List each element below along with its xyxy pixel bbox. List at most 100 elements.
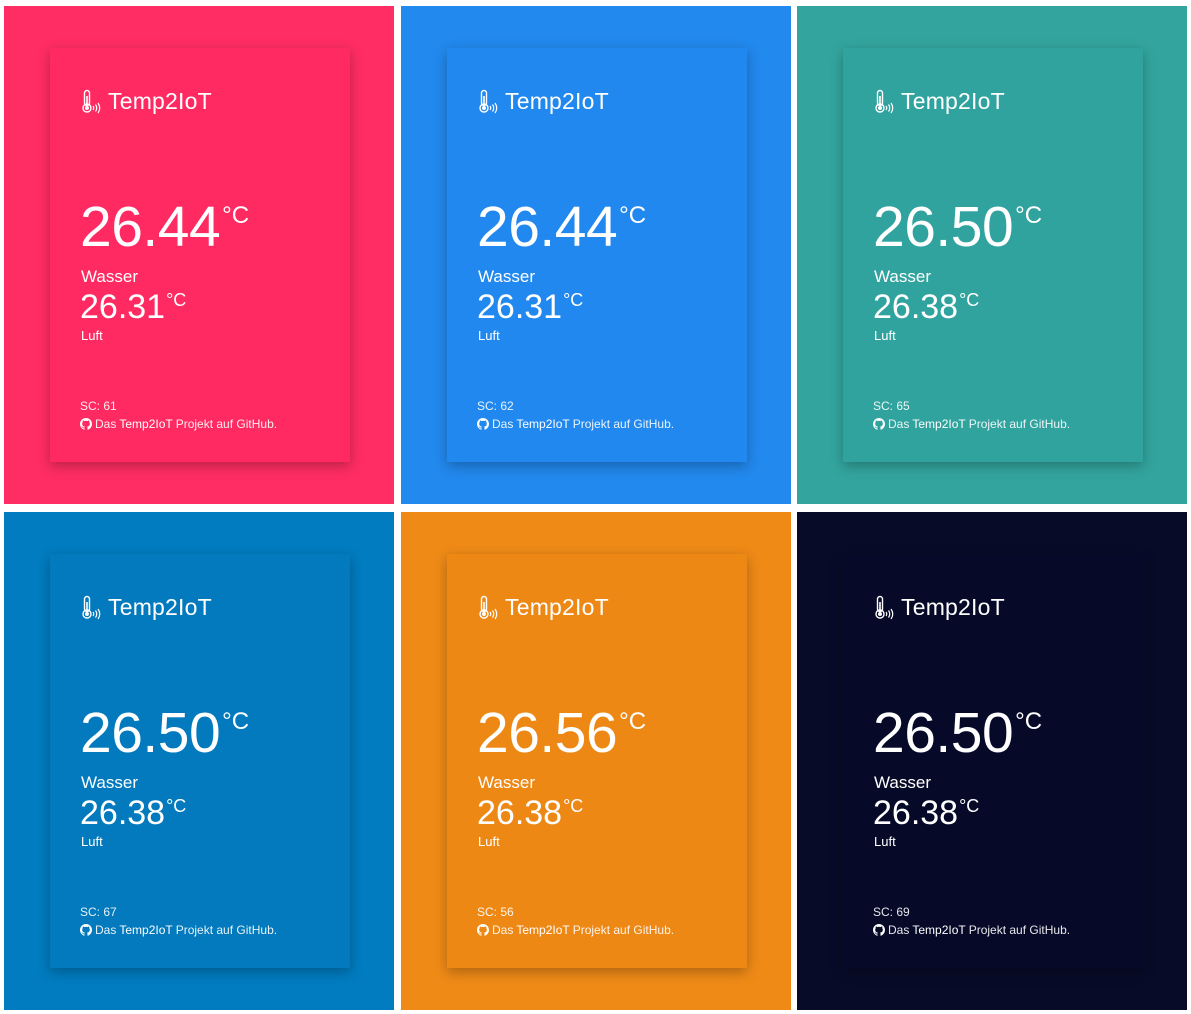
- thermometer-wifi-icon: [479, 89, 498, 114]
- brand: Temp2IoT: [873, 86, 1005, 116]
- water-label: Wasser: [81, 267, 138, 286]
- temperature-card: Temp2IoT 26.56 °C Wasser 26.38 °C Luft S…: [447, 554, 747, 968]
- air-temperature-unit: °C: [959, 796, 980, 816]
- github-icon: [873, 418, 885, 430]
- air-label: Luft: [81, 834, 103, 849]
- air-temperature-unit: °C: [563, 290, 584, 310]
- github-icon: [873, 924, 885, 936]
- water-temperature: 26.56 °C: [477, 702, 646, 764]
- thermometer-wifi-icon: [875, 89, 894, 114]
- water-temperature-value: 26.56: [477, 701, 618, 765]
- theme-panel: Temp2IoT 26.50 °C Wasser 26.38 °C Luft S…: [4, 512, 394, 1010]
- theme-panel: Temp2IoT 26.56 °C Wasser 26.38 °C Luft S…: [401, 512, 791, 1010]
- footer-text-post: Projekt auf GitHub.: [968, 923, 1071, 937]
- water-temperature-unit: °C: [1015, 708, 1043, 735]
- water-label: Wasser: [874, 267, 931, 286]
- sensor-count: SC: 62: [477, 399, 514, 413]
- water-temperature-unit: °C: [1015, 202, 1043, 229]
- water-temperature-unit: °C: [619, 202, 647, 229]
- air-temperature-unit: °C: [959, 290, 980, 310]
- github-icon: [477, 924, 489, 936]
- github-link[interactable]: Das Temp2IoT Projekt auf GitHub.: [477, 417, 674, 431]
- thermometer-wifi-icon: [82, 89, 101, 114]
- water-temperature-value: 26.44: [477, 195, 618, 259]
- brand: Temp2IoT: [80, 86, 212, 116]
- github-link[interactable]: Das Temp2IoT Projekt auf GitHub.: [80, 417, 277, 431]
- temperature-card: Temp2IoT 26.50 °C Wasser 26.38 °C Luft S…: [843, 554, 1143, 968]
- water-temperature: 26.44 °C: [477, 196, 646, 258]
- air-temperature: 26.31 °C: [80, 288, 186, 326]
- footer-text-post: Projekt auf GitHub.: [175, 923, 278, 937]
- sensor-count: SC: 56: [477, 905, 514, 919]
- air-temperature-unit: °C: [563, 796, 584, 816]
- air-temperature-value: 26.31: [80, 288, 166, 326]
- air-temperature: 26.31 °C: [477, 288, 583, 326]
- footer-text-post: Projekt auf GitHub.: [572, 417, 675, 431]
- github-link[interactable]: Das Temp2IoT Projekt auf GitHub.: [477, 923, 674, 937]
- footer-text-pre: Das: [95, 923, 117, 937]
- sensor-count: SC: 67: [80, 905, 117, 919]
- thermometer-wifi-icon: [479, 595, 498, 620]
- footer-text-post: Projekt auf GitHub.: [175, 417, 278, 431]
- github-link[interactable]: Das Temp2IoT Projekt auf GitHub.: [80, 923, 277, 937]
- water-temperature: 26.50 °C: [80, 702, 249, 764]
- footer-text-pre: Das: [888, 923, 910, 937]
- github-link[interactable]: Das Temp2IoT Projekt auf GitHub.: [873, 417, 1070, 431]
- air-label: Luft: [478, 834, 500, 849]
- air-temperature-unit: °C: [166, 290, 187, 310]
- sensor-count: SC: 69: [873, 905, 910, 919]
- sensor-count: SC: 65: [873, 399, 910, 413]
- theme-panel: Temp2IoT 26.44 °C Wasser 26.31 °C Luft S…: [401, 6, 791, 504]
- thermometer-wifi-icon: [82, 595, 101, 620]
- air-temperature-value: 26.38: [873, 794, 959, 832]
- brand-name: Temp2IoT: [901, 593, 1005, 620]
- footer-project-link[interactable]: Temp2IoT: [516, 923, 569, 937]
- footer-project-link[interactable]: Temp2IoT: [516, 417, 569, 431]
- temperature-card: Temp2IoT 26.44 °C Wasser 26.31 °C Luft S…: [50, 48, 350, 462]
- footer-project-link[interactable]: Temp2IoT: [119, 417, 172, 431]
- footer-text-post: Projekt auf GitHub.: [968, 417, 1071, 431]
- thermometer-wifi-icon: [875, 595, 894, 620]
- air-temperature: 26.38 °C: [873, 794, 979, 832]
- theme-panel: Temp2IoT 26.44 °C Wasser 26.31 °C Luft S…: [4, 6, 394, 504]
- air-temperature-unit: °C: [166, 796, 187, 816]
- air-temperature-value: 26.38: [80, 794, 166, 832]
- theme-panel: Temp2IoT 26.50 °C Wasser 26.38 °C Luft S…: [797, 6, 1187, 504]
- footer-text-pre: Das: [492, 923, 514, 937]
- temperature-card: Temp2IoT 26.50 °C Wasser 26.38 °C Luft S…: [50, 554, 350, 968]
- theme-panel: Temp2IoT 26.50 °C Wasser 26.38 °C Luft S…: [797, 512, 1187, 1010]
- water-temperature-value: 26.44: [80, 195, 221, 259]
- air-label: Luft: [874, 328, 896, 343]
- water-label: Wasser: [478, 773, 535, 792]
- brand: Temp2IoT: [477, 592, 609, 622]
- water-temperature-value: 26.50: [80, 701, 221, 765]
- github-icon: [80, 418, 92, 430]
- footer-project-link[interactable]: Temp2IoT: [119, 923, 172, 937]
- air-temperature-value: 26.31: [477, 288, 563, 326]
- footer-text-post: Projekt auf GitHub.: [572, 923, 675, 937]
- air-temperature: 26.38 °C: [477, 794, 583, 832]
- water-temperature: 26.50 °C: [873, 196, 1042, 258]
- footer-project-link[interactable]: Temp2IoT: [912, 923, 965, 937]
- brand-name: Temp2IoT: [901, 87, 1005, 114]
- brand-name: Temp2IoT: [108, 593, 212, 620]
- water-temperature-value: 26.50: [873, 195, 1014, 259]
- brand: Temp2IoT: [873, 592, 1005, 622]
- footer-text-pre: Das: [492, 417, 514, 431]
- air-label: Luft: [478, 328, 500, 343]
- water-temperature: 26.44 °C: [80, 196, 249, 258]
- footer-text-pre: Das: [95, 417, 117, 431]
- footer-text-pre: Das: [888, 417, 910, 431]
- air-label: Luft: [874, 834, 896, 849]
- brand: Temp2IoT: [80, 592, 212, 622]
- temperature-card: Temp2IoT 26.44 °C Wasser 26.31 °C Luft S…: [447, 48, 747, 462]
- water-temperature-unit: °C: [222, 708, 250, 735]
- air-label: Luft: [81, 328, 103, 343]
- water-label: Wasser: [478, 267, 535, 286]
- sensor-count: SC: 61: [80, 399, 117, 413]
- github-link[interactable]: Das Temp2IoT Projekt auf GitHub.: [873, 923, 1070, 937]
- footer-project-link[interactable]: Temp2IoT: [912, 417, 965, 431]
- brand: Temp2IoT: [477, 86, 609, 116]
- brand-name: Temp2IoT: [505, 593, 609, 620]
- water-temperature-unit: °C: [222, 202, 250, 229]
